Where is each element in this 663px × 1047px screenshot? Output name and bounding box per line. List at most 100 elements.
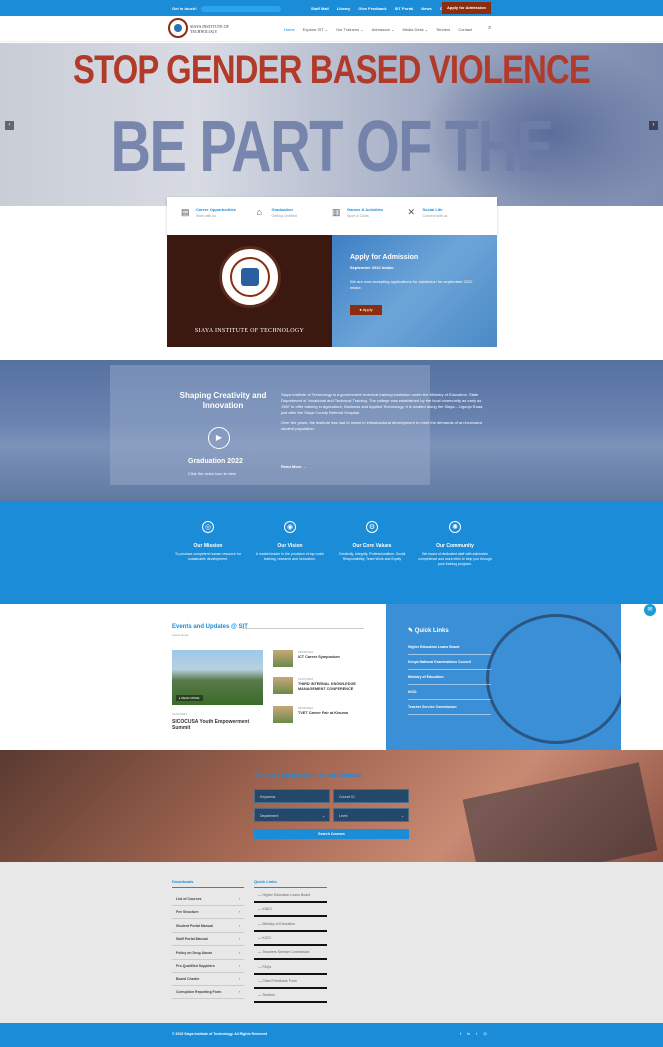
video-subtitle: Click the video icon to view <box>188 471 237 476</box>
nav-home[interactable]: Home <box>284 27 295 32</box>
slider-prev-icon[interactable]: ‹ <box>5 121 14 130</box>
top-link-feedback[interactable]: Give Feedback <box>358 6 386 11</box>
download-item[interactable]: Student Portal Manual <box>172 920 244 933</box>
top-link-news[interactable]: News <box>421 6 431 11</box>
feature-games[interactable]: ▥ Games & Activities Sport & Clubs <box>332 207 408 225</box>
contact-text: Get in touch! <box>172 6 281 12</box>
featured-event-image[interactable]: ▸ READ MORE <box>172 650 263 705</box>
apply-card-button[interactable]: ● Apply <box>350 305 382 315</box>
event-date: 03/06/2022 <box>298 706 314 710</box>
department-select[interactable]: Department <box>254 808 330 823</box>
event-title: ICT Career Symposium <box>298 655 340 659</box>
feature-careers[interactable]: ▤ Career Opportunities Work with us <box>181 207 257 225</box>
feature-sub: Work with us <box>196 214 216 218</box>
footer-quick-link[interactable]: KICD <box>254 932 327 946</box>
read-more-tag[interactable]: ▸ READ MORE <box>176 695 203 701</box>
featured-event-title[interactable]: SICOCUSA Youth Empowerment Summit <box>172 719 264 731</box>
download-item[interactable]: Staff Portal Manual <box>172 933 244 946</box>
value-title: Our Core Values <box>352 543 392 549</box>
download-item[interactable]: Fee Structure <box>172 906 244 919</box>
footer-quick-link[interactable]: Higher Education Loans Board <box>254 889 327 903</box>
graduation-cap-icon: ⌂ <box>256 207 262 217</box>
event-title: THIRD INTERNAL KNOWLEDGE MANAGEMENT CONF… <box>298 682 356 691</box>
footer-quick-link[interactable]: KNEC <box>254 903 327 917</box>
search-courses-button[interactable]: Search Courses <box>254 829 409 839</box>
play-video-icon[interactable]: ▶ <box>208 427 230 449</box>
download-item[interactable]: Board Charter <box>172 973 244 986</box>
hero-line1: STOP GENDER BASED VIOLENCE <box>73 48 591 92</box>
quick-link-item[interactable]: Teacher Service Commission <box>408 705 491 715</box>
course-id-input[interactable]: Course ID <box>333 789 409 803</box>
top-bar: Get in touch! Staff Mail Library Give Fe… <box>0 0 663 16</box>
download-item[interactable]: Pre-Qualified Suppliers <box>172 960 244 973</box>
event-thumbnail <box>273 650 293 667</box>
level-value: Level <box>339 814 348 818</box>
quick-link-item[interactable]: Higher Education Loans Board <box>408 645 491 655</box>
search-icon[interactable]: ⌕ <box>488 25 491 32</box>
footer-quick-link[interactable]: Teachers Service Commission <box>254 946 327 960</box>
top-link-portal[interactable]: SIT Portal <box>395 6 414 11</box>
logo-line2: TECHNOLOGY <box>190 29 218 34</box>
nav-contact[interactable]: Contact <box>458 27 472 32</box>
read-more-link[interactable]: Read More → <box>281 464 307 469</box>
value-title: Our Community <box>436 543 474 549</box>
footer-quick-link[interactable]: FAQs <box>254 961 327 975</box>
feature-title: Social Life <box>422 207 443 212</box>
download-item[interactable]: Corruption Reporting Form <box>172 986 244 999</box>
footer-quick-link[interactable]: Client Feedback Form <box>254 975 327 989</box>
nav-trainees[interactable]: Our Trainees <box>336 27 364 32</box>
hero-slider: STOP GENDER BASED VIOLENCE BE PART OF TH… <box>0 43 663 206</box>
institute-seal-icon <box>219 246 281 308</box>
event-title: TVET Career Fair at Kisumu <box>298 711 349 715</box>
download-item[interactable]: Policy on Drug Abuse <box>172 947 244 960</box>
top-link-library[interactable]: Library <box>337 6 351 11</box>
footer-quick-title: Quick Links <box>254 879 327 888</box>
linkedin-icon[interactable]: in <box>467 1031 470 1036</box>
eye-icon: ◉ <box>284 521 296 533</box>
download-item[interactable]: List of Courses <box>172 893 244 906</box>
feature-graduation[interactable]: ⌂ Graduation Getting Certified <box>257 207 333 225</box>
quick-links-title: ✎ Quick Links <box>408 627 449 634</box>
twitter-icon[interactable]: t <box>476 1031 477 1036</box>
institute-seal-panel: SIAYA INSTITUTE OF TECHNOLOGY <box>167 235 332 347</box>
level-select[interactable]: Level <box>333 808 409 823</box>
top-link-staff-mail[interactable]: Staff Mail <box>311 6 329 11</box>
instagram-icon[interactable]: ◎ <box>483 1031 487 1036</box>
runner-icon: ✕ <box>407 207 416 217</box>
hero-line2: BE PART OF THE SOLUTION <box>110 107 554 206</box>
contact-label: Get in touch! <box>172 6 197 12</box>
footer-quick-link[interactable]: Ministry of Education <box>254 918 327 932</box>
quick-link-item[interactable]: Kenya National Examinations Council <box>408 660 491 670</box>
slider-next-icon[interactable]: › <box>649 121 658 130</box>
chat-icon[interactable]: ✉ <box>644 604 656 616</box>
site-logo[interactable]: SIAYA INSTITUTE OF TECHNOLOGY <box>168 18 234 40</box>
about-paragraph-2: Over the years, the institute has had to… <box>281 420 482 431</box>
nav-tenders[interactable]: Tenders <box>436 27 450 32</box>
value-core: ⚙ Our Core Values Creativity, Integrity, P… <box>332 521 412 562</box>
apply-admission-button[interactable]: Apply for Admission <box>442 2 491 14</box>
downloads-title: Downloads <box>172 879 244 888</box>
briefcase-icon: ▤ <box>181 207 190 217</box>
keywords-input[interactable]: Keywords <box>254 789 330 803</box>
site-header: SIAYA INSTITUTE OF TECHNOLOGY Home Explor… <box>0 16 663 42</box>
nav-media[interactable]: Media Desk <box>402 27 428 32</box>
featured-event-date: 12/07/2022 <box>172 712 188 716</box>
tablet-background <box>462 762 658 862</box>
value-mission: ◎ Our Mission To produce competent human r… <box>168 521 248 562</box>
about-paragraph-1: Siaya Institute of Technology is a gover… <box>281 392 484 415</box>
value-desc: To produce competent human resource for … <box>175 552 241 561</box>
keywords-placeholder: Keywords <box>260 795 276 799</box>
glasses-background <box>486 614 621 744</box>
quick-link-item[interactable]: Ministry of Education <box>408 675 491 685</box>
apply-card-button-label: Apply <box>362 307 373 312</box>
nav-admission[interactable]: Admission <box>372 27 395 32</box>
facebook-icon[interactable]: f <box>460 1031 461 1036</box>
feature-sub: Sport & Clubs <box>347 214 369 218</box>
footer-quick-link[interactable]: Tenders <box>254 989 327 1003</box>
course-search-title: Pursue your passions in our Courses <box>255 773 362 779</box>
feature-title: Career Opportunities <box>196 207 237 212</box>
feature-social[interactable]: ✕ Social Life Connect with us <box>408 207 484 225</box>
nav-explore[interactable]: Explore SIT <box>303 27 328 32</box>
events-title: Events and Updates @ SIT <box>172 624 248 630</box>
quick-link-item[interactable]: KICD <box>408 690 491 700</box>
